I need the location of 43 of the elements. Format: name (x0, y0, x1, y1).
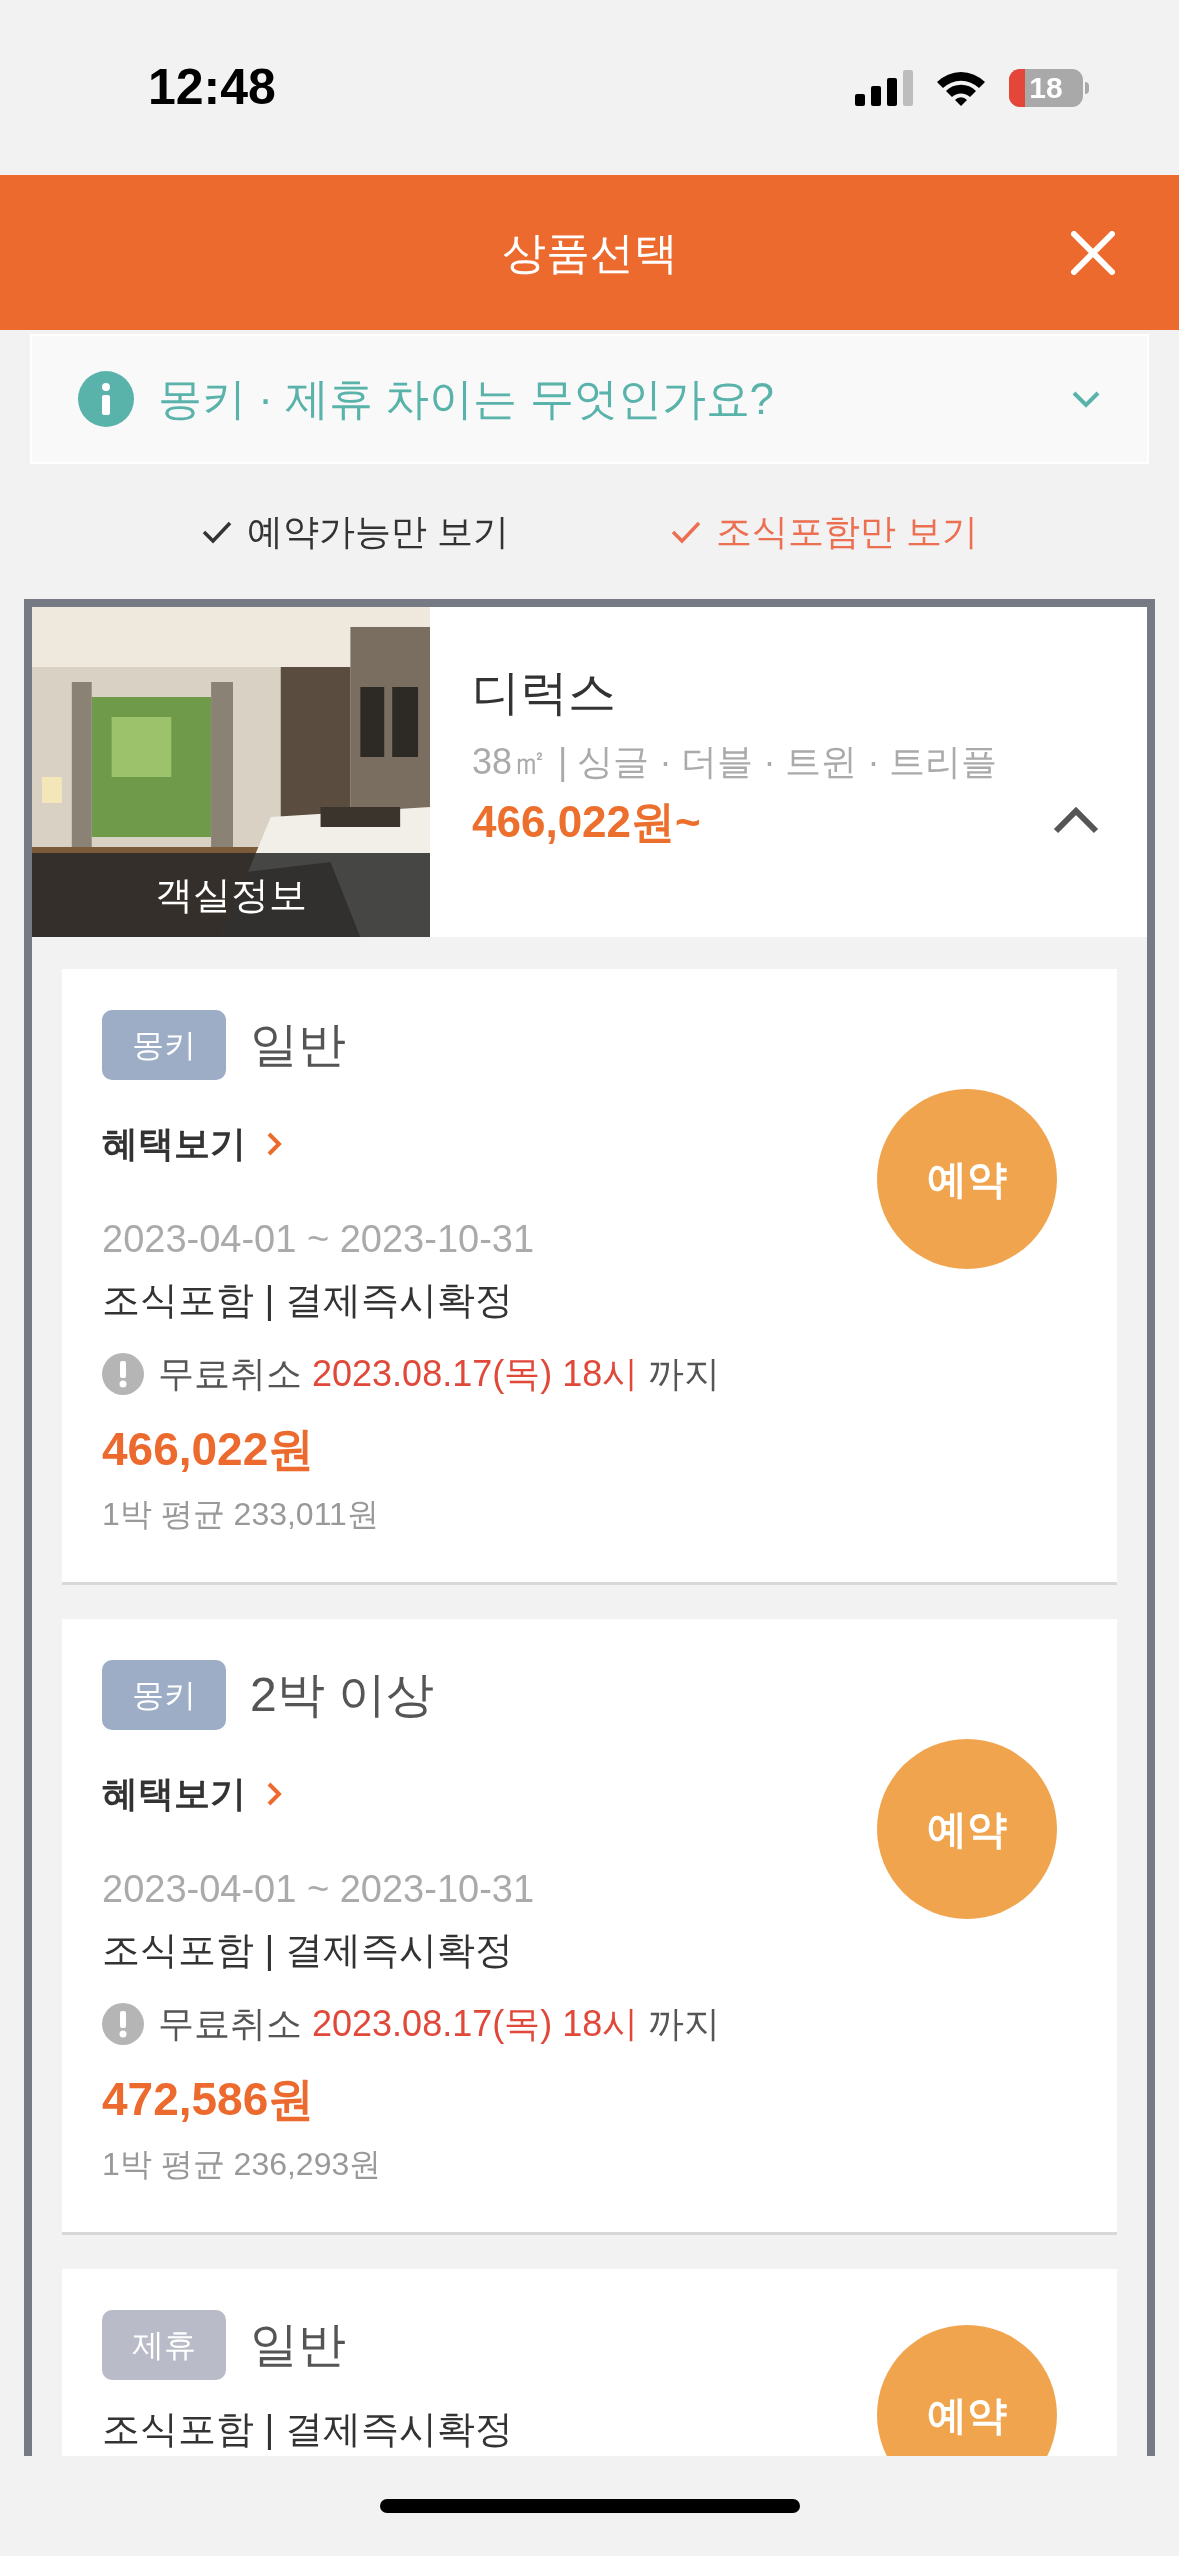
chevron-icon (266, 1781, 282, 1807)
plan-name: 일반 (250, 2317, 346, 2373)
benefits-link[interactable]: 혜택보기 (102, 1117, 282, 1171)
close-icon (1071, 231, 1115, 275)
room-name: 디럭스 (472, 665, 617, 721)
reserve-button[interactable]: 예약 (877, 1089, 1057, 1269)
header-title: 상품선택 (501, 226, 678, 279)
plan-price: 466,022원 (102, 1422, 316, 1477)
benefits-link[interactable]: 혜택보기 (102, 1767, 282, 1821)
average-price: 1박 평균 233,011원 (102, 1495, 380, 1534)
alert-icon (102, 1353, 144, 1395)
status-time: 12:48 (148, 58, 276, 117)
plan-tag: 몽키 (102, 1660, 226, 1730)
cancel-policy: 무료취소 2023.08.17(목) 18시 까지 (158, 2002, 721, 2046)
info-panel[interactable]: 몽키 · 제휴 차이는 무엇인가요? (30, 334, 1149, 464)
alert-icon (102, 2003, 144, 2045)
info-icon (78, 371, 134, 427)
plan-tag: 몽키 (102, 1010, 226, 1080)
plan-period: 2023-04-01 ~ 2023-10-31 (102, 1867, 536, 1912)
plan-name: 2박 이상 (250, 1667, 435, 1723)
reserve-button[interactable]: 예약 (877, 2325, 1057, 2456)
check-icon (670, 519, 703, 544)
plan-conditions: 조식포함 | 결제즉시확정 (102, 1928, 514, 1973)
room-details: 38㎡ | 싱글 · 더블 · 트윈 · 트리플 (472, 740, 999, 784)
battery-low-fill (1009, 68, 1025, 107)
plan-period: 2023-04-01 ~ 2023-10-31 (102, 1217, 536, 1262)
plan-name: 일반 (250, 1017, 346, 1073)
cancel-policy: 무료취소 2023.08.17(목) 18시 까지 (158, 1352, 721, 1396)
room-price: 466,022원~ (472, 796, 701, 848)
signal-icon (855, 69, 913, 106)
check-icon (200, 519, 233, 544)
average-price: 1박 평균 236,293원 (102, 2145, 383, 2184)
filter-toggle[interactable]: 예약가능만 보기 (200, 504, 509, 559)
info-text: 몽키 · 제휴 차이는 무엇인가요? (158, 373, 776, 425)
filter-toggle[interactable]: 조식포함만 보기 (670, 504, 979, 559)
room-info-button[interactable]: 객실정보 (32, 853, 430, 937)
battery-level: 18 (1029, 72, 1063, 103)
plan-conditions: 조식포함 | 결제즉시확정 (102, 2407, 514, 2452)
plan-price: 472,586원 (102, 2072, 316, 2127)
reserve-button[interactable]: 예약 (877, 1739, 1057, 1919)
plan-tag: 제휴 (102, 2310, 226, 2380)
chevron-icon (266, 1131, 282, 1157)
plan-conditions: 조식포함 | 결제즉시확정 (102, 1278, 514, 1323)
